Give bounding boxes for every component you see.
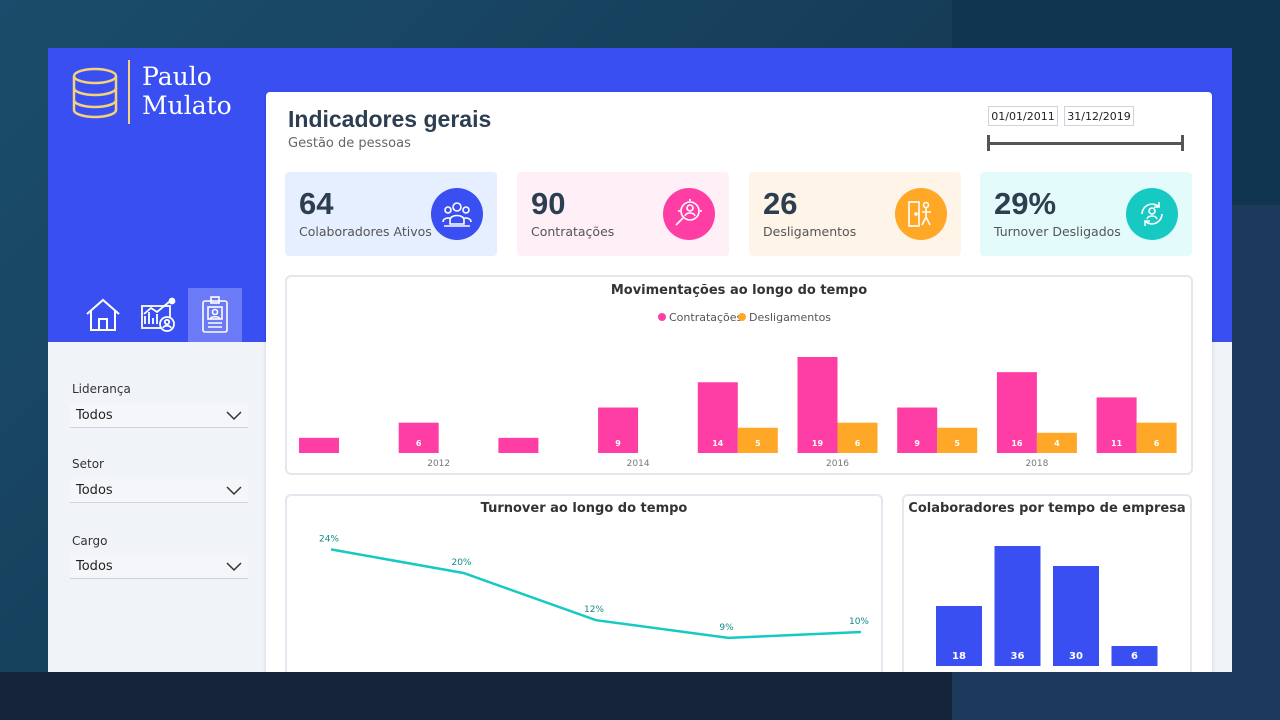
dashboard-frame: Paulo Mulato Liderança Todos Setor Todos… [48,48,1232,672]
bar-tempo-empresa[interactable] [994,546,1041,666]
turnover-line[interactable] [330,548,862,640]
legend-swatch-contratacoes [658,313,666,321]
filter-cargo-value: Todos [76,559,113,574]
legend-swatch-desligamentos [738,313,746,321]
date-range-slider[interactable] [988,142,1184,145]
bar-contratações-2011[interactable] [299,437,339,453]
filter-lideranca-value: Todos [76,408,113,423]
chart-card-tempo-empresa: Colaboradores por tempo de empresa 18 36 3… [902,494,1192,672]
team-icon [431,188,483,240]
home-icon [86,298,120,331]
kpi-card-colaboradores-ativos: 64 Colaboradores Ativos [285,172,497,256]
chevron-down-icon [226,485,242,495]
date-start-input[interactable]: 01/01/2011 [988,106,1058,126]
chart-card-turnover: Turnover ao longo do tempo 24% 20% 12% 9% 10… [285,494,883,672]
bar-data-label: 5 [755,439,761,448]
bar-data-label: 9 [615,439,621,448]
bar-data-label: 36 [1011,651,1025,662]
chart-card-movimentacoes: Movimentações ao longo do tempo Contrata… [285,275,1193,475]
background-panel [0,672,952,720]
kpi-card-turnover: 29% Turnover Desligados [980,172,1192,256]
slider-end-handle[interactable] [1181,135,1184,151]
x-tick-label: 2016 [826,459,849,469]
main-panel: Indicadores gerais Gestão de pessoas 01/… [266,92,1212,672]
nav-people-button[interactable] [188,288,242,342]
x-tick-label: 2018 [1025,459,1048,469]
logo-divider [128,60,130,124]
chevron-down-icon [226,561,242,571]
kpi-value: 64 [299,186,334,221]
filter-label-cargo: Cargo [72,534,108,548]
slider-start-handle[interactable] [987,135,990,151]
bar-data-label: 16 [1011,439,1023,448]
bar-data-label: 18 [952,651,966,662]
filter-label-setor: Setor [72,457,104,471]
bar-contratações-2012[interactable] [398,422,439,453]
nav-analytics-button[interactable] [132,288,186,342]
x-tick-label: 2014 [627,459,650,469]
bar-desligamentos-2019[interactable] [1136,422,1177,453]
kpi-label: Colaboradores Ativos [299,224,432,239]
line-data-label: 20% [451,558,471,568]
filter-setor-select[interactable]: Todos [70,479,248,503]
line-data-label: 24% [319,534,339,544]
analytics-icon [141,297,176,332]
database-icon [70,66,120,124]
filter-setor-value: Todos [76,483,113,498]
bar-data-label: 4 [1054,439,1060,448]
legend-label-contratacoes: Contratações [669,311,743,324]
line-data-label: 9% [719,623,734,633]
recruit-icon [663,188,715,240]
kpi-value: 29% [994,186,1057,221]
x-tick-label: 2012 [427,459,450,469]
line-data-label: 12% [584,605,604,615]
bar-contratações-2013[interactable] [498,437,539,453]
kpi-value: 90 [531,186,566,221]
bar-data-label: 19 [812,439,824,448]
bar-data-label: 9 [914,439,920,448]
date-end-input[interactable]: 31/12/2019 [1064,106,1134,126]
kpi-label: Turnover Desligados [994,224,1121,239]
bar-data-label: 14 [712,439,724,448]
nav-home-button[interactable] [76,288,130,342]
badge-icon [202,296,228,333]
kpi-label: Contratações [531,224,615,239]
chart-legend: Contratações Desligamentos [658,311,831,324]
page-title: Indicadores gerais [288,106,492,132]
tempo-empresa-bar-chart: 18 36 30 6 [936,546,1158,666]
kpi-value: 26 [763,186,798,221]
filter-label-lideranca: Liderança [72,382,131,396]
bar-data-label: 6 [1131,651,1138,662]
movimentacoes-bar-chart: Contratações Desligamentos 6 2012 9 2014 14 5… [299,311,1177,469]
turnover-line-chart: 24% 20% 12% 9% 10% [319,534,869,640]
brand-line-1: Paulo [142,62,212,91]
kpi-label: Desligamentos [763,224,857,239]
bar-data-label: 6 [1154,439,1160,448]
bar-data-label: 6 [855,439,861,448]
kpi-card-contratacoes: 90 Contratações [517,172,729,256]
brand-name: Paulo Mulato [142,62,232,120]
cycle-icon [1126,188,1178,240]
bar-data-label: 5 [954,439,960,448]
legend-label-desligamentos: Desligamentos [749,311,831,324]
bar-data-label: 30 [1069,651,1083,662]
bar-data-label: 6 [416,439,422,448]
exit-icon [895,188,947,240]
filter-cargo-select[interactable]: Todos [70,555,248,579]
bar-desligamentos-2016[interactable] [837,422,878,453]
page-navigation [76,288,242,342]
line-data-label: 10% [849,617,869,627]
page-subtitle: Gestão de pessoas [288,136,411,151]
kpi-card-desligamentos: 26 Desligamentos [749,172,961,256]
filter-lideranca-select[interactable]: Todos [70,404,248,428]
bar-data-label: 11 [1111,439,1123,448]
chevron-down-icon [226,410,242,420]
brand-line-2: Mulato [142,91,232,120]
